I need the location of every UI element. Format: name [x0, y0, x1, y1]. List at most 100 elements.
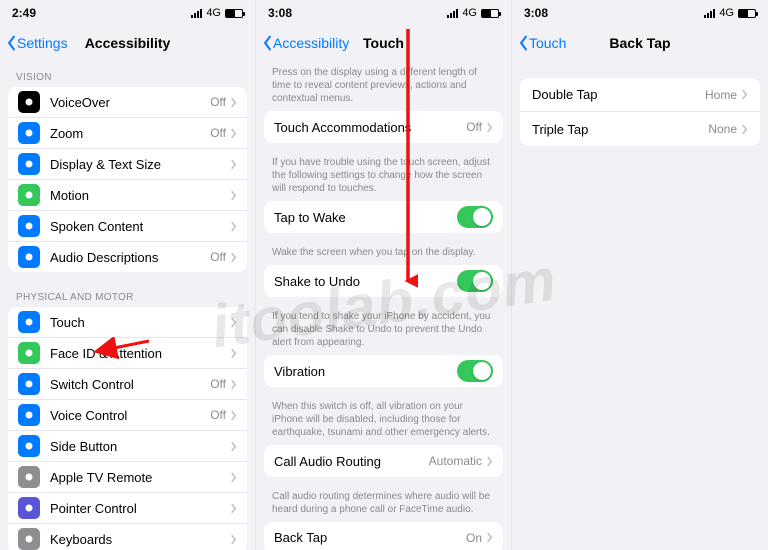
row-value: Off: [210, 250, 226, 264]
nav-title: Back Tap: [609, 35, 670, 51]
row-label: Voice Control: [50, 408, 210, 423]
vision-row[interactable]: Audio DescriptionsOff: [8, 242, 247, 272]
footer-text: Call audio routing determines where audi…: [256, 485, 511, 522]
app-icon: [18, 246, 40, 268]
physical-row[interactable]: Switch ControlOff: [8, 369, 247, 400]
row-value: Off: [210, 126, 226, 140]
chevron-right-icon: [230, 472, 237, 483]
app-icon: [18, 122, 40, 144]
row-value: Automatic: [429, 454, 482, 468]
row-label: Pointer Control: [50, 501, 230, 516]
chevron-right-icon: [741, 89, 748, 100]
app-icon: [18, 373, 40, 395]
vision-row[interactable]: Display & Text Size: [8, 149, 247, 180]
network-label: 4G: [462, 7, 477, 19]
group-header-physical: PHYSICAL AND MOTOR: [0, 280, 255, 307]
physical-row[interactable]: Face ID & Attention: [8, 338, 247, 369]
signal-icon: [704, 9, 715, 18]
chevron-left-icon: [6, 35, 17, 51]
row-tap-to-wake[interactable]: Tap to Wake: [264, 201, 503, 233]
chevron-right-icon: [486, 532, 493, 543]
backtap-row[interactable]: Triple TapNone: [520, 112, 760, 146]
chevron-left-icon: [518, 35, 529, 51]
footer-text: If you tend to shake your iPhone by acci…: [256, 305, 511, 355]
nav-bar: Accessibility Touch: [256, 26, 511, 60]
row-value: Off: [210, 95, 226, 109]
backtap-row[interactable]: Double TapHome: [520, 78, 760, 112]
toggle-switch[interactable]: [457, 270, 493, 292]
footer-text: Press on the display using a different l…: [256, 60, 511, 111]
chevron-right-icon: [230, 221, 237, 232]
nav-bar: Settings Accessibility: [0, 26, 255, 60]
toggle-switch[interactable]: [457, 360, 493, 382]
physical-row[interactable]: Side Button: [8, 431, 247, 462]
row-label: Switch Control: [50, 377, 210, 392]
chevron-left-icon: [262, 35, 273, 51]
physical-row[interactable]: Voice ControlOff: [8, 400, 247, 431]
toggle-switch[interactable]: [457, 206, 493, 228]
row-label: Face ID & Attention: [50, 346, 230, 361]
footer-text: Wake the screen when you tap on the disp…: [256, 241, 511, 265]
row-label: Keyboards: [50, 532, 230, 547]
battery-icon: [738, 9, 756, 18]
vision-row[interactable]: Spoken Content: [8, 211, 247, 242]
physical-row[interactable]: Apple TV Remote: [8, 462, 247, 493]
group-header-vision: VISION: [0, 60, 255, 87]
chevron-right-icon: [486, 456, 493, 467]
app-icon: [18, 435, 40, 457]
row-label: Spoken Content: [50, 219, 230, 234]
row-label: Triple Tap: [532, 122, 708, 137]
physical-row[interactable]: Pointer Control: [8, 493, 247, 524]
row-call-audio-routing[interactable]: Call Audio Routing Automatic: [264, 445, 503, 477]
nav-title: Accessibility: [85, 35, 171, 51]
status-time: 2:49: [12, 6, 36, 20]
row-label: Double Tap: [532, 87, 705, 102]
row-touch-accommodations[interactable]: Touch Accommodations Off: [264, 111, 503, 143]
back-button[interactable]: Settings: [6, 26, 68, 60]
row-label: Audio Descriptions: [50, 250, 210, 265]
back-button[interactable]: Accessibility: [262, 26, 349, 60]
status-bar: 3:08 4G: [256, 0, 511, 26]
row-label: VoiceOver: [50, 95, 210, 110]
row-label: Apple TV Remote: [50, 470, 230, 485]
back-button[interactable]: Touch: [518, 26, 566, 60]
screen-accessibility: 2:49 4G Settings Accessibility VISION Vo…: [0, 0, 256, 550]
app-icon: [18, 91, 40, 113]
network-label: 4G: [206, 7, 221, 19]
row-label: Tap to Wake: [274, 210, 457, 225]
signal-icon: [447, 9, 458, 18]
row-back-tap[interactable]: Back Tap On: [264, 522, 503, 550]
vision-row[interactable]: VoiceOverOff: [8, 87, 247, 118]
battery-icon: [481, 9, 499, 18]
physical-row[interactable]: Touch: [8, 307, 247, 338]
row-label: Zoom: [50, 126, 210, 141]
back-label: Accessibility: [273, 35, 349, 51]
vision-row[interactable]: ZoomOff: [8, 118, 247, 149]
vision-row[interactable]: Motion: [8, 180, 247, 211]
app-icon: [18, 528, 40, 550]
chevron-right-icon: [230, 503, 237, 514]
back-label: Touch: [529, 35, 566, 51]
chevron-right-icon: [486, 122, 493, 133]
physical-row[interactable]: Keyboards: [8, 524, 247, 550]
back-label: Settings: [17, 35, 68, 51]
chevron-right-icon: [230, 379, 237, 390]
row-vibration[interactable]: Vibration: [264, 355, 503, 387]
app-icon: [18, 497, 40, 519]
status-time: 3:08: [524, 6, 548, 20]
row-shake-to-undo[interactable]: Shake to Undo: [264, 265, 503, 297]
row-value: Home: [705, 88, 737, 102]
row-label: Call Audio Routing: [274, 454, 429, 469]
row-value: None: [708, 122, 737, 136]
chevron-right-icon: [230, 317, 237, 328]
status-bar: 2:49 4G: [0, 0, 255, 26]
row-label: Touch Accommodations: [274, 120, 466, 135]
chevron-right-icon: [230, 348, 237, 359]
chevron-right-icon: [230, 441, 237, 452]
app-icon: [18, 404, 40, 426]
app-icon: [18, 466, 40, 488]
row-value: Off: [210, 377, 226, 391]
screen-touch: 3:08 4G Accessibility Touch Press on the…: [256, 0, 512, 550]
nav-title: Touch: [363, 35, 404, 51]
app-icon: [18, 184, 40, 206]
